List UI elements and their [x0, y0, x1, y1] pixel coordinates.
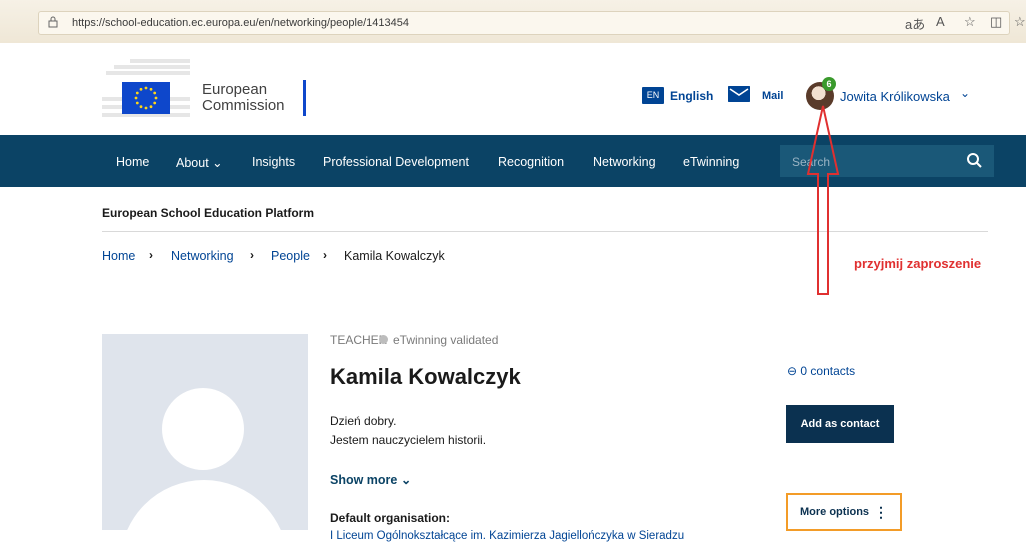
chevron-right-icon: ›	[250, 248, 254, 262]
organisation-link[interactable]: I Liceum Ogólnokształcące im. Kazimierza…	[330, 530, 684, 542]
eu-flag-icon	[122, 82, 170, 114]
nav-item-about[interactable]: About ⌄	[176, 155, 223, 170]
breadcrumb-home[interactable]: Home	[102, 249, 135, 263]
nav-item-recognition[interactable]: Recognition	[498, 155, 564, 169]
favorites-icon[interactable]: ☆	[1014, 14, 1026, 30]
nav-item-home[interactable]: Home	[116, 155, 149, 169]
chevron-down-icon: ⌄	[212, 156, 223, 170]
divider	[102, 231, 988, 232]
link-icon: ⊖	[787, 364, 798, 378]
bio-line: Dzień dobry.	[330, 414, 397, 428]
organisation-label: Default organisation:	[330, 511, 451, 525]
profile-photo-placeholder	[102, 334, 308, 530]
search-icon	[967, 153, 982, 168]
mail-link[interactable]: Mail	[762, 90, 783, 102]
show-more-toggle[interactable]: Show more ⌄	[330, 472, 411, 487]
more-options-button[interactable]: More options ⋮	[786, 493, 902, 531]
kebab-menu-icon: ⋮	[874, 504, 888, 520]
user-menu-name[interactable]: Jowita Królikowska	[840, 89, 950, 104]
avatar-head-shape	[162, 388, 244, 470]
add-as-contact-button[interactable]: Add as contact	[786, 405, 894, 443]
annotation-arrow-icon	[806, 105, 840, 295]
breadcrumb-networking[interactable]: Networking	[171, 249, 234, 263]
chevron-down-icon: ⌄	[400, 473, 412, 487]
chevron-right-icon: ›	[149, 248, 153, 262]
validation-status: eTwinning validated	[393, 333, 499, 347]
search-button[interactable]	[956, 145, 994, 177]
annotation-label: przyjmij zaproszenie	[854, 256, 982, 271]
chevron-right-icon: ›	[323, 248, 327, 262]
logo-separator	[303, 80, 306, 116]
chevron-down-icon[interactable]: ⌄	[960, 86, 970, 100]
split-screen-icon[interactable]: ◫	[990, 14, 1002, 30]
notification-count-badge[interactable]: 6	[822, 77, 836, 91]
breadcrumb-current: Kamila Kowalczyk	[344, 249, 445, 263]
nav-item-insights[interactable]: Insights	[252, 155, 295, 169]
validated-dot-icon	[379, 335, 388, 344]
nav-item-etwinning[interactable]: eTwinning	[683, 155, 739, 169]
translate-icon[interactable]: A	[936, 14, 945, 29]
language-selector[interactable]: English	[670, 89, 713, 103]
page-info-icon[interactable]	[48, 16, 58, 28]
nav-item-professional-development[interactable]: Professional Development	[323, 155, 469, 169]
platform-title[interactable]: European School Education Platform	[102, 206, 314, 220]
contacts-count[interactable]: ⊖ 0 contacts	[787, 364, 855, 378]
profile-name: Kamila Kowalczyk	[330, 364, 521, 389]
nav-item-networking[interactable]: Networking	[593, 155, 656, 169]
logo-wordmark: European Commission	[202, 81, 285, 114]
favorite-star-icon[interactable]: ☆	[964, 14, 976, 30]
read-aloud-icon[interactable]: aあ	[905, 14, 925, 33]
url-text: https://school-education.ec.europa.eu/en…	[72, 17, 409, 29]
language-code-badge[interactable]: EN	[642, 87, 664, 104]
avatar-body-shape	[120, 480, 288, 530]
bio-line: Jestem nauczycielem historii.	[330, 433, 487, 447]
mail-icon[interactable]	[728, 86, 750, 102]
breadcrumb-people[interactable]: People	[271, 249, 310, 263]
